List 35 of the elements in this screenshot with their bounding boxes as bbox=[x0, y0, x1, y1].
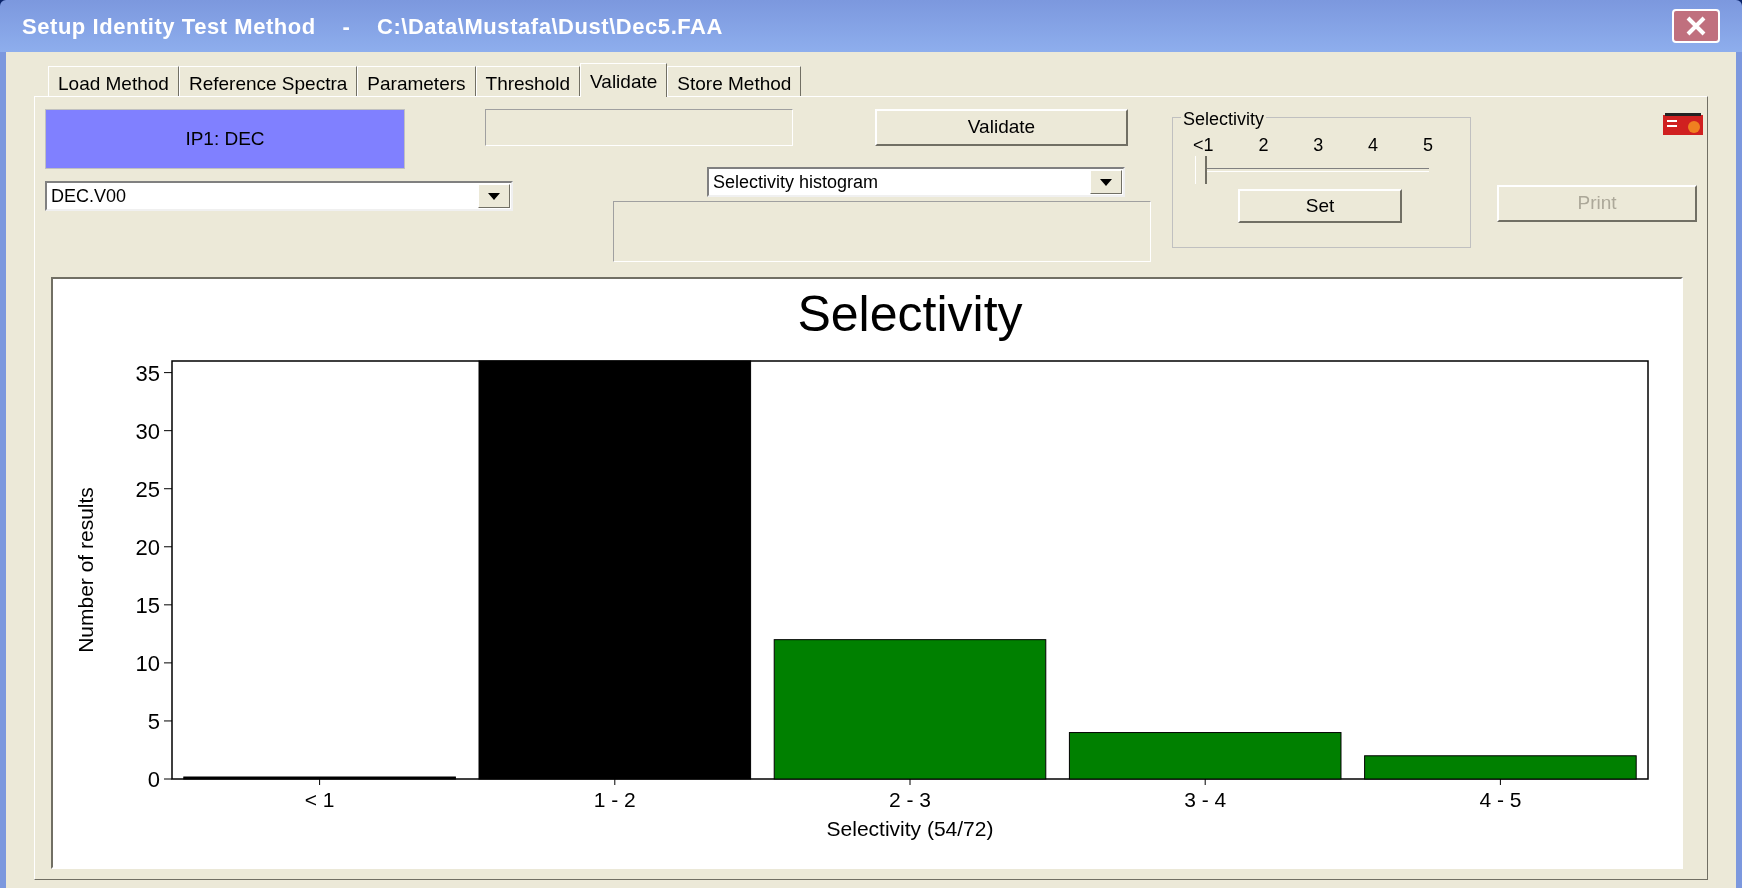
slider-tick-label: <1 bbox=[1193, 134, 1214, 157]
y-tick-label: 25 bbox=[135, 476, 160, 502]
y-tick-label: 20 bbox=[135, 534, 160, 560]
y-tick-label: 15 bbox=[135, 592, 160, 618]
y-tick-label: 0 bbox=[147, 767, 160, 792]
x-tick-label: 4 - 5 bbox=[1479, 788, 1522, 811]
x-tick-label: 3 - 4 bbox=[1184, 788, 1227, 811]
y-tick-label: 10 bbox=[135, 650, 160, 676]
tab[interactable]: Threshold bbox=[475, 66, 581, 96]
close-icon bbox=[1685, 15, 1707, 37]
y-tick-label: 5 bbox=[147, 708, 160, 734]
slider-tick-label: 3 bbox=[1313, 134, 1324, 157]
tab[interactable]: Store Method bbox=[667, 66, 802, 96]
slider-tick-label: 2 bbox=[1258, 134, 1269, 157]
x-tick-label: 2 - 3 bbox=[889, 788, 931, 811]
tab[interactable]: Load Method bbox=[48, 66, 179, 96]
validate-button[interactable]: Validate bbox=[875, 109, 1128, 146]
view-dropdown[interactable]: Selectivity histogram bbox=[707, 167, 1125, 197]
x-axis-label: Selectivity (54/72) bbox=[826, 817, 994, 840]
close-button[interactable] bbox=[1672, 9, 1720, 43]
set-button[interactable]: Set bbox=[1238, 189, 1402, 223]
x-tick-label: < 1 bbox=[304, 788, 335, 811]
y-tick-label: 35 bbox=[135, 360, 160, 386]
window-title: Setup Identity Test Method - C:\Data\Mustafa\Dust\Dec5.FAA bbox=[22, 12, 724, 41]
tab[interactable]: Parameters bbox=[357, 66, 476, 96]
identity-label: IP1: DEC bbox=[45, 109, 405, 169]
slider-tick-label: 5 bbox=[1422, 134, 1433, 157]
tab[interactable]: Reference Spectra bbox=[178, 66, 358, 96]
method-dropdown[interactable]: DEC.V00 bbox=[45, 181, 513, 211]
x-tick-label: 1 - 2 bbox=[593, 788, 636, 811]
y-tick-label: 30 bbox=[135, 418, 160, 444]
y-axis-label: Number of results bbox=[74, 487, 97, 653]
slider-tick-label: 4 bbox=[1368, 134, 1379, 157]
tab[interactable]: Validate bbox=[580, 63, 668, 97]
chart-title: Selectivity bbox=[797, 286, 1023, 342]
